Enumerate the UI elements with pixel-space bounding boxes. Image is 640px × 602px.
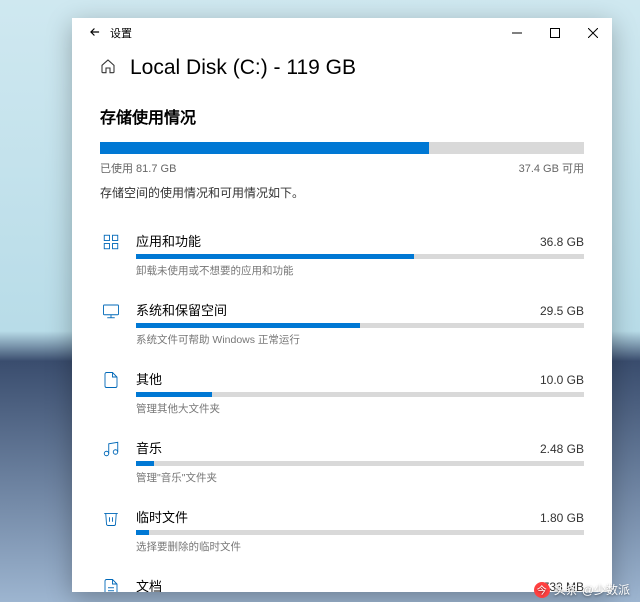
- category-apps[interactable]: 应用和功能 36.8 GB 卸载未使用或不想要的应用和功能: [100, 219, 584, 288]
- home-icon[interactable]: [100, 58, 116, 79]
- category-other[interactable]: 其他 10.0 GB 管理其他大文件夹: [100, 357, 584, 426]
- category-system[interactable]: 系统和保留空间 29.5 GB 系统文件可帮助 Windows 正常运行: [100, 288, 584, 357]
- category-name: 应用和功能: [136, 231, 201, 250]
- category-name: 其他: [136, 369, 162, 388]
- page-title: Local Disk (C:) - 119 GB: [130, 56, 356, 80]
- category-name: 系统和保留空间: [136, 300, 227, 319]
- watermark-icon: 今: [534, 582, 550, 598]
- category-desc: 管理"音乐"文件夹: [136, 470, 584, 485]
- other-icon: [100, 369, 122, 416]
- category-size: 1.80 GB: [540, 511, 584, 525]
- maximize-button[interactable]: [536, 18, 574, 48]
- category-bar: [136, 392, 584, 397]
- category-size: 29.5 GB: [540, 304, 584, 318]
- category-name: 文档: [136, 576, 162, 592]
- content-scroll[interactable]: Local Disk (C:) - 119 GB 存储使用情况 已使用 81.7…: [72, 48, 612, 592]
- system-icon: [100, 300, 122, 347]
- back-button[interactable]: [80, 25, 110, 42]
- category-size: 36.8 GB: [540, 235, 584, 249]
- category-bar: [136, 323, 584, 328]
- watermark-prefix: 头条: [554, 581, 578, 598]
- temp-icon: [100, 507, 122, 554]
- titlebar: 设置: [72, 18, 612, 48]
- category-size: 2.48 GB: [540, 442, 584, 456]
- category-music[interactable]: 音乐 2.48 GB 管理"音乐"文件夹: [100, 426, 584, 495]
- music-icon: [100, 438, 122, 485]
- category-desc: 选择要删除的临时文件: [136, 539, 584, 554]
- category-size: 10.0 GB: [540, 373, 584, 387]
- used-label: 已使用 81.7 GB: [100, 160, 176, 176]
- minimize-button[interactable]: [498, 18, 536, 48]
- category-docs[interactable]: 文档733 MB管理"文档"文件夹: [100, 564, 584, 592]
- category-desc: 系统文件可帮助 Windows 正常运行: [136, 332, 584, 347]
- category-bar: [136, 530, 584, 535]
- category-desc: 管理其他大文件夹: [136, 401, 584, 416]
- watermark: 今 头条 @少数派: [534, 581, 630, 598]
- total-usage-labels: 已使用 81.7 GB 37.4 GB 可用: [100, 160, 584, 176]
- total-usage-fill: [100, 142, 429, 154]
- category-list: 应用和功能 36.8 GB 卸载未使用或不想要的应用和功能系统和保留空间 29.5 G…: [100, 219, 584, 592]
- settings-window: 设置 Local Disk (C:) - 119 GB 存储使用情况 已使用 8…: [72, 18, 612, 592]
- total-usage-bar: [100, 142, 584, 154]
- category-desc: 卸载未使用或不想要的应用和功能: [136, 263, 584, 278]
- section-title: 存储使用情况: [100, 104, 584, 128]
- category-bar: [136, 254, 584, 259]
- apps-icon: [100, 231, 122, 278]
- category-temp[interactable]: 临时文件 1.80 GB 选择要删除的临时文件: [100, 495, 584, 564]
- free-label: 37.4 GB 可用: [519, 160, 584, 176]
- category-name: 临时文件: [136, 507, 188, 526]
- close-button[interactable]: [574, 18, 612, 48]
- docs-icon: [100, 576, 122, 592]
- usage-description: 存储空间的使用情况和可用情况如下。: [100, 184, 584, 201]
- watermark-source: @少数派: [582, 581, 630, 598]
- category-bar: [136, 461, 584, 466]
- category-name: 音乐: [136, 438, 162, 457]
- window-title: 设置: [110, 25, 132, 41]
